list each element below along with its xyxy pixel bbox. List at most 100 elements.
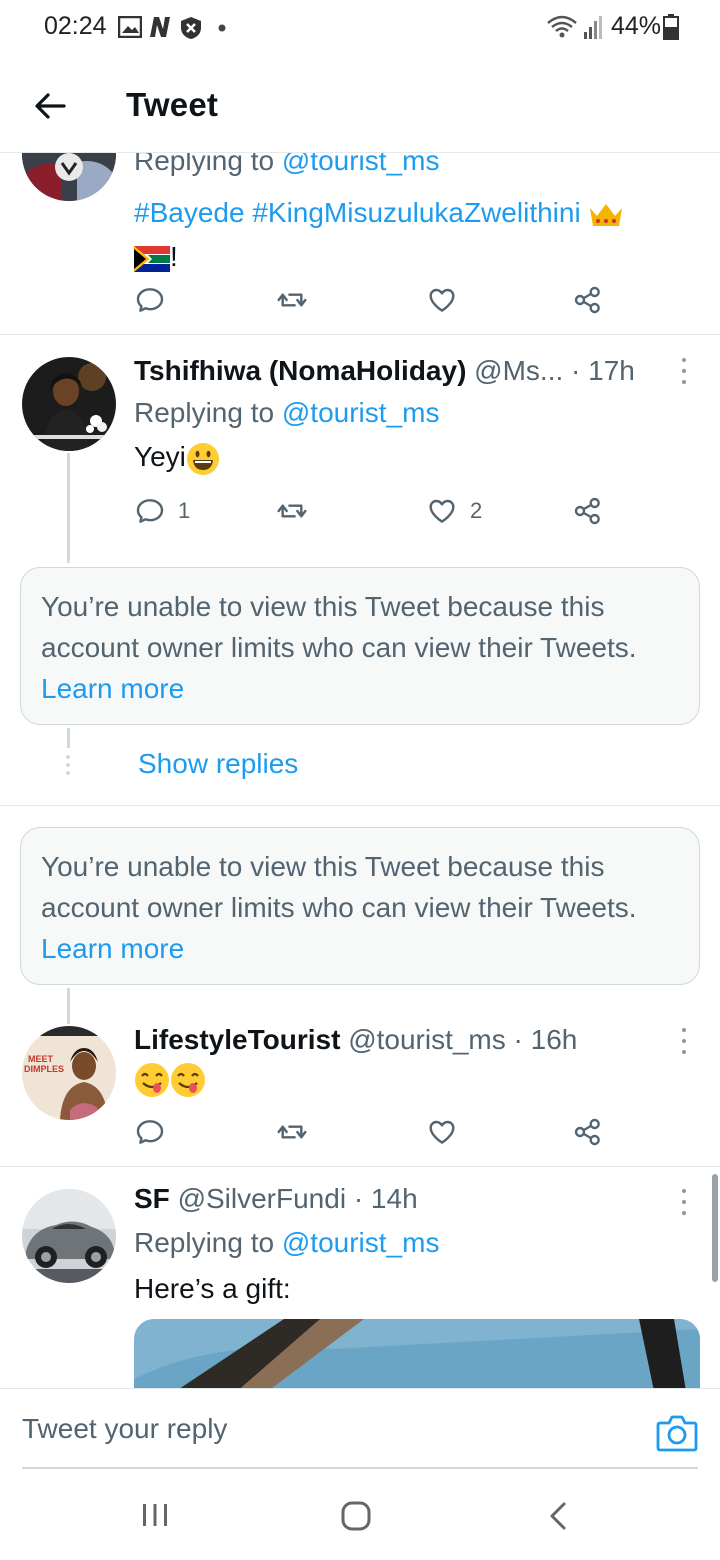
back-arrow-icon [35, 93, 66, 119]
like-button[interactable]: 2 [426, 493, 482, 529]
more-options-icon[interactable] [674, 358, 694, 384]
top-app-bar: Tweet [0, 60, 720, 152]
tweet-0[interactable]: Replying to @tourist_ms #Bayede #KingMis… [0, 153, 720, 335]
share-icon [574, 1118, 600, 1146]
avatar-image [22, 153, 116, 201]
replying-to-handle[interactable]: @tourist_ms [282, 397, 440, 428]
tweet-actions [134, 1114, 614, 1150]
like-icon [429, 499, 455, 523]
reply-icon [136, 1120, 164, 1144]
tweet-2[interactable]: MEET DIMPLES LifestyleTourist @tourist_m… [0, 1010, 720, 1166]
replying-to-handle[interactable]: @tourist_ms [282, 1227, 440, 1258]
home-icon [341, 1501, 371, 1531]
hashtags[interactable]: #Bayede #KingMisuzulukaZwelithini [134, 197, 581, 228]
reply-input-underline [22, 1467, 698, 1469]
yum-face-emoji-icon [171, 1063, 205, 1097]
avatar[interactable] [22, 153, 116, 201]
share-button[interactable] [572, 282, 604, 318]
reply-count: 1 [178, 498, 191, 523]
unavailable-tweet-text: You’re unable to view this Tweet because… [41, 851, 637, 923]
dot-icon [218, 24, 226, 32]
tweet-text-tail: ! [170, 241, 178, 272]
tweet-actions [134, 282, 614, 318]
tweet-reply-input[interactable] [22, 1407, 622, 1451]
tweet-author[interactable]: Tshifhiwa (NomaHoliday) @Ms... · 17h [134, 355, 635, 387]
tweet-divider [0, 805, 720, 806]
share-button[interactable] [572, 493, 604, 529]
reply-button[interactable] [134, 1114, 166, 1150]
avatar[interactable] [22, 357, 116, 451]
tweet-text [134, 1062, 206, 1098]
handle-and-time: @tourist_ms · 16h [348, 1024, 578, 1055]
tweet-media[interactable] [134, 1319, 700, 1388]
unavailable-tweet-notice: You’re unable to view this Tweet because… [20, 567, 700, 725]
tweet-3[interactable]: SF @SilverFundi · 14h Replying to @touri… [0, 1167, 720, 1388]
tweet-text-content: Yeyi [134, 441, 186, 472]
reply-icon [136, 288, 164, 312]
display-name[interactable]: Tshifhiwa (NomaHoliday) [134, 355, 466, 386]
scrollbar[interactable] [712, 1174, 718, 1282]
unavailable-tweet-notice: You’re unable to view this Tweet because… [20, 827, 700, 985]
retweet-icon [277, 293, 307, 307]
retweet-icon [277, 504, 307, 518]
like-icon [429, 1120, 455, 1144]
grinning-face-emoji-icon [186, 442, 219, 475]
nav-back-icon [550, 1502, 566, 1530]
retweet-icon [277, 1125, 307, 1139]
battery-percentage: 44% [611, 12, 662, 40]
retweet-button[interactable] [276, 1114, 308, 1150]
like-button[interactable] [426, 282, 458, 318]
replying-to: Replying to @tourist_ms [134, 153, 439, 177]
more-options-icon[interactable] [674, 1028, 694, 1054]
back-button[interactable] [22, 82, 78, 130]
thread-dots [66, 755, 70, 779]
tweet-author[interactable]: SF @SilverFundi · 14h [134, 1183, 418, 1215]
recents-icon [143, 1504, 167, 1526]
media-image [134, 1319, 700, 1388]
tweet-actions: 1 2 [134, 493, 614, 529]
tweet-text: Yeyi [134, 441, 220, 476]
home-button[interactable] [340, 1500, 372, 1537]
show-replies-button[interactable]: Show replies [138, 748, 298, 780]
status-bar: 02:24 44% [0, 0, 720, 58]
reply-button[interactable] [134, 282, 166, 318]
replying-to-label: Replying to [134, 397, 282, 428]
tweet-author[interactable]: LifestyleTourist @tourist_ms · 16h [134, 1024, 577, 1056]
system-back-button[interactable] [546, 1500, 570, 1537]
avatar-image [22, 357, 116, 451]
display-name[interactable]: SF [134, 1183, 170, 1214]
share-icon [574, 497, 600, 525]
camera-button[interactable] [656, 1413, 698, 1453]
learn-more-link[interactable]: Learn more [41, 933, 184, 964]
reply-icon [136, 499, 164, 523]
display-name[interactable]: LifestyleTourist [134, 1024, 340, 1055]
camera-icon [656, 1415, 698, 1452]
avatar[interactable]: MEET DIMPLES [22, 1026, 116, 1120]
svg-text:DIMPLES: DIMPLES [24, 1064, 64, 1074]
replying-to: Replying to @tourist_ms [134, 397, 439, 429]
retweet-button[interactable] [276, 282, 308, 318]
tweet-1[interactable]: Tshifhiwa (NomaHoliday) @Ms... · 17h Rep… [0, 335, 720, 565]
shield-notification-icon [181, 17, 201, 39]
reply-button[interactable]: 1 [134, 493, 190, 529]
reply-composer [0, 1388, 720, 1470]
status-time: 02:24 [44, 12, 107, 40]
like-icon [429, 288, 455, 312]
retweet-button[interactable] [276, 493, 308, 529]
replying-to-label: Replying to [134, 1227, 282, 1258]
like-button[interactable] [426, 1114, 458, 1150]
news-notification-icon [150, 17, 170, 37]
more-options-icon[interactable] [674, 1189, 694, 1215]
avatar-image [22, 1189, 116, 1283]
system-navigation-bar [0, 1470, 720, 1560]
battery-icon [663, 14, 679, 40]
avatar[interactable] [22, 1189, 116, 1283]
replying-to-label: Replying to [134, 153, 282, 176]
share-button[interactable] [572, 1114, 604, 1150]
replying-to-handle[interactable]: @tourist_ms [282, 153, 440, 176]
handle-and-time: @Ms... · 17h [474, 355, 635, 386]
page-title: Tweet [126, 86, 219, 123]
recent-apps-button[interactable] [140, 1500, 170, 1535]
yum-face-emoji-icon [135, 1063, 169, 1097]
learn-more-link[interactable]: Learn more [41, 673, 184, 704]
